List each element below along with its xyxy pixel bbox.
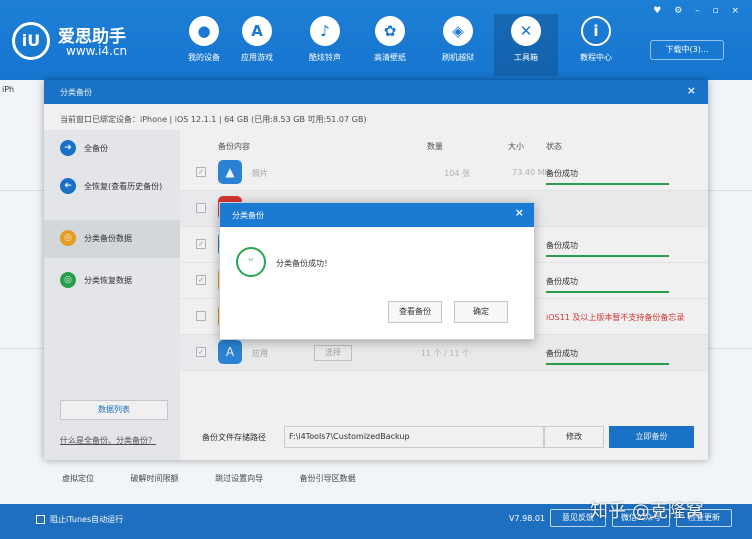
success-dialog-title: 分类备份 [232,211,264,220]
device-tab[interactable]: iPh [2,85,14,94]
version-label: V7.98.01 [509,514,546,523]
box-icon: ◈ [443,16,473,46]
close-icon[interactable]: × [515,206,524,219]
view-backup-button[interactable]: 查看备份 [388,301,442,323]
nav-apps-games[interactable]: A 应用游戏 [225,16,289,74]
info-icon: i [581,16,611,46]
app-store-icon: A [242,16,272,46]
itunes-label: 阻止iTunes自动运行 [50,515,124,524]
nav-tutorials[interactable]: i 教程中心 [564,16,628,74]
ok-button[interactable]: 确定 [454,301,508,323]
skip-setup-link[interactable]: 跳过设置向导 [215,474,263,483]
apple-icon: ● [189,16,219,46]
flower-icon: ✿ [375,16,405,46]
window-controls[interactable]: ♥ ⚙ – ▫ × [653,6,744,16]
smile-icon: ᵕ [236,247,266,277]
nav-toolbox[interactable]: ✕ 工具箱 [494,14,558,76]
nav-flash-jailbreak[interactable]: ◈ 刷机越狱 [426,16,490,74]
success-dialog-title-bar: 分类备份 × [220,203,534,227]
bell-icon: ♪ [310,16,340,46]
i4-logo-icon: iU [12,22,50,60]
itunes-checkbox[interactable] [36,515,45,524]
time-limit-link[interactable]: 破解时间限额 [131,474,179,483]
tool-links: 虚拟定位 破解时间限额 跳过设置向导 备份引导区数据 [62,473,390,484]
app-header: iU 爱思助手 www.i4.cn ● 我的设备 A 应用游戏 ♪ 酷炫铃声 ✿… [0,0,752,80]
app-url: www.i4.cn [66,44,128,58]
virtual-location-link[interactable]: 虚拟定位 [62,474,94,483]
backup-boot-link[interactable]: 备份引导区数据 [300,474,356,483]
watermark: 知乎 @克隆窝 [590,501,704,522]
nav-ringtones[interactable]: ♪ 酷炫铃声 [293,16,357,74]
success-message: 分类备份成功！ [276,259,332,268]
nav-wallpapers[interactable]: ✿ 高清壁纸 [358,16,422,74]
tools-icon: ✕ [511,16,541,46]
success-dialog: 分类备份 × ᵕ 分类备份成功！ 查看备份 确定 [219,202,535,340]
download-button[interactable]: 下载中(3)... [650,40,724,60]
